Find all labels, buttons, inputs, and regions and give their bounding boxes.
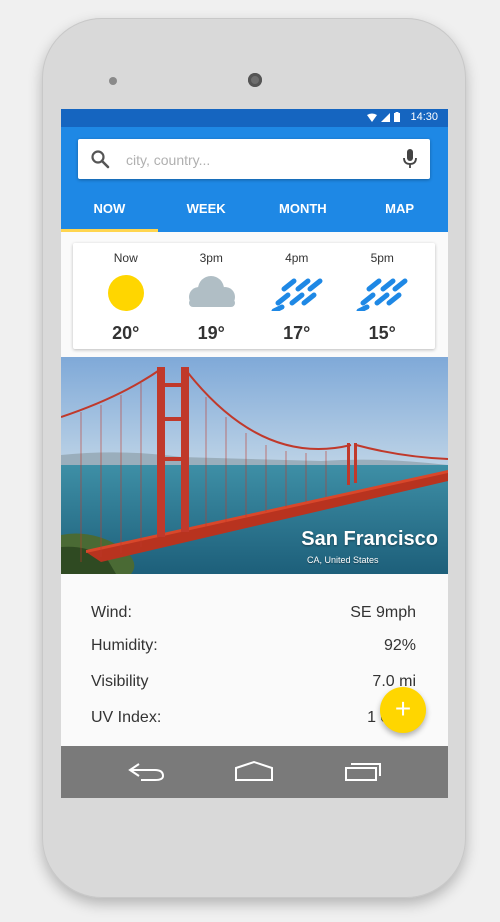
nav-bar (61, 746, 448, 798)
app-screen: 14:30 NOW WEEK MONTH MAP Now (61, 109, 448, 798)
detail-row-wind: Wind: SE 9mph (91, 604, 416, 628)
back-icon[interactable] (127, 760, 167, 782)
status-time: 14:30 (410, 111, 438, 123)
app-bar: NOW WEEK MONTH MAP (61, 127, 448, 232)
signal-icon (381, 112, 391, 122)
detail-value: SE 9mph (350, 604, 416, 621)
city-name: San Francisco (301, 528, 438, 550)
forecast-temp: 19° (197, 323, 225, 343)
detail-row-visibility: Visibility 7.0 mi (91, 673, 416, 697)
detail-label: Visibility (91, 673, 149, 690)
add-icon: + (394, 693, 412, 724)
detail-value: 92% (383, 637, 416, 654)
detail-label: Humidity: (91, 637, 158, 654)
city-photo: San Francisco CA, United States (61, 357, 448, 574)
forecast-item: 3pm 19° (176, 243, 246, 349)
tab-week[interactable]: WEEK (158, 197, 255, 232)
rain-icon (356, 278, 408, 311)
mic-icon[interactable] (403, 149, 417, 169)
recents-icon[interactable] (343, 760, 383, 782)
forecast-time: 3pm (199, 251, 223, 265)
detail-label: Wind: (91, 604, 132, 621)
tab-month[interactable]: MONTH (255, 197, 352, 232)
status-bar: 14:30 (61, 109, 448, 127)
detail-label: UV Index: (91, 709, 162, 726)
home-icon[interactable] (234, 760, 274, 782)
search-icon[interactable] (90, 149, 110, 169)
tab-now[interactable]: NOW (61, 197, 158, 232)
front-camera (248, 73, 262, 87)
detail-row-humidity: Humidity: 92% (91, 637, 416, 661)
proximity-sensor (109, 77, 117, 85)
search-bar[interactable] (78, 139, 430, 179)
wifi-icon (367, 113, 378, 122)
tab-bar: NOW WEEK MONTH MAP (61, 197, 448, 232)
city-region: CA, United States (307, 555, 379, 565)
add-button[interactable]: + (380, 687, 426, 733)
forecast-time: 4pm (285, 251, 309, 265)
tab-map[interactable]: MAP (351, 197, 448, 232)
rain-icon (271, 278, 323, 311)
forecast-time: Now (113, 251, 138, 265)
search-input[interactable] (124, 148, 388, 172)
forecast-temp: 15° (368, 323, 396, 343)
sun-icon (107, 275, 144, 311)
forecast-item: 5pm 15° (347, 243, 417, 349)
forecast-temp: 17° (283, 323, 311, 343)
forecast-item: Now 20° (91, 243, 161, 349)
forecast-temp: 20° (112, 323, 140, 343)
hourly-forecast-card: Now 20° 3pm 19° 4pm 17° 5pm 15° (73, 243, 435, 349)
forecast-item: 4pm 17° (262, 243, 332, 349)
cloud-icon (189, 276, 236, 307)
detail-row-uv-index: UV Index: 1 of 10 (91, 709, 416, 733)
forecast-time: 5pm (370, 251, 394, 265)
battery-icon (394, 112, 401, 122)
